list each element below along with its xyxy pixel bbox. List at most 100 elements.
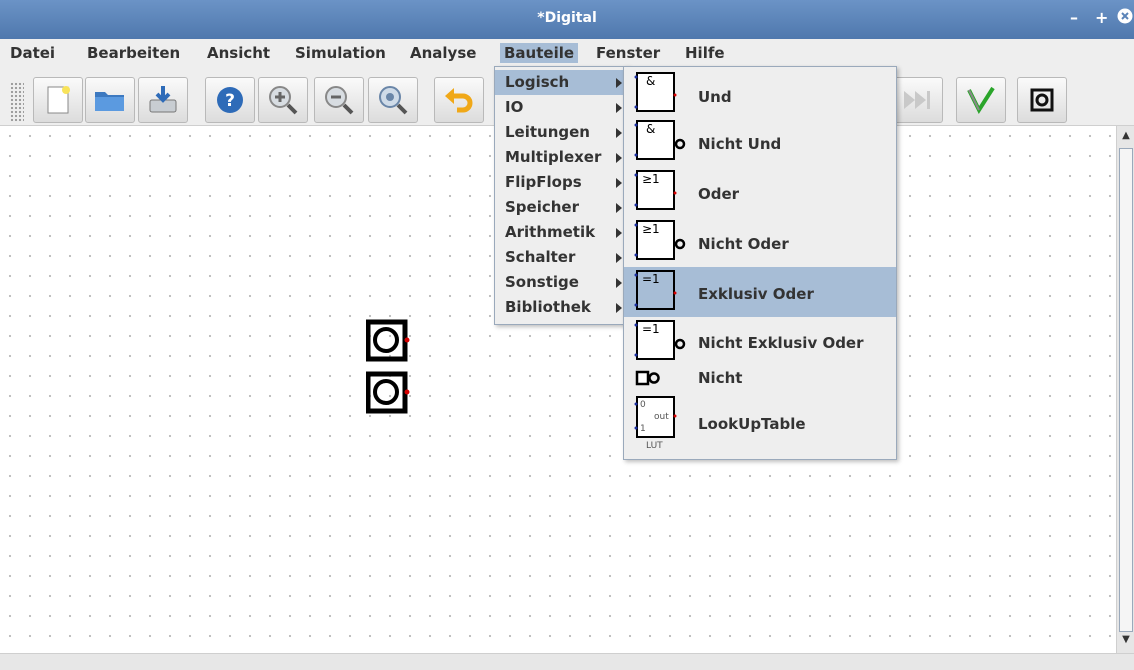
xor-gate-icon: =1 <box>634 270 677 310</box>
menu-item-speicher[interactable]: Speicher <box>495 195 628 220</box>
svg-text:=1: =1 <box>642 272 660 286</box>
help-button[interactable]: ? <box>205 77 255 123</box>
bauteile-menu: Logisch IO Leitungen Multiplexer FlipFlo… <box>494 66 629 325</box>
component-icon <box>365 371 410 414</box>
vertical-scrollbar[interactable]: ▲ ▼ <box>1116 126 1134 653</box>
submenu-item-nicht-exklusiv-oder[interactable]: =1 Nicht Exklusiv Oder <box>624 317 896 365</box>
folder-icon <box>95 92 124 111</box>
scroll-down-icon[interactable]: ▼ <box>1120 634 1132 645</box>
submenu-item-label: Nicht Und <box>698 135 782 153</box>
submenu-item-label: Nicht <box>698 369 743 387</box>
undo-button[interactable] <box>434 77 484 123</box>
menu-item-logisch[interactable]: Logisch <box>495 70 628 95</box>
submenu-item-exklusiv-oder[interactable]: =1 Exklusiv Oder <box>624 267 896 317</box>
svg-text:&: & <box>646 74 655 88</box>
zoom-in-button[interactable] <box>258 77 308 123</box>
fast-forward-button[interactable] <box>893 77 943 123</box>
zoom-fit-button[interactable] <box>368 77 418 123</box>
zoom-out-icon <box>325 86 354 115</box>
menu-item-label: Logisch <box>505 73 570 91</box>
menu-item-label: Speicher <box>505 198 579 216</box>
svg-text:LUT: LUT <box>646 441 663 451</box>
close-icon[interactable] <box>1117 8 1133 28</box>
circuit-component-1[interactable] <box>365 319 410 363</box>
window-title: *Digital <box>537 10 597 26</box>
svg-text:≥1: ≥1 <box>642 172 660 186</box>
submenu-item-label: Oder <box>698 185 740 203</box>
menu-item-label: Schalter <box>505 248 576 266</box>
menu-item-label: Leitungen <box>505 123 590 141</box>
zoom-out-button[interactable] <box>314 77 364 123</box>
submenu-item-nicht-oder[interactable]: ≥1 Nicht Oder <box>624 217 896 267</box>
submenu-arrow-icon <box>616 178 622 188</box>
fast-forward-icon <box>904 91 930 109</box>
svg-text:&: & <box>646 122 655 136</box>
svg-text:0: 0 <box>640 400 646 410</box>
analysis-button[interactable] <box>1017 77 1067 123</box>
menu-analyse[interactable]: Analyse <box>406 43 480 63</box>
maximize-icon[interactable]: + <box>1095 8 1108 27</box>
submenu-item-label: Und <box>698 88 732 106</box>
title-bar: *Digital – + <box>0 0 1134 39</box>
menu-item-label: FlipFlops <box>505 173 582 191</box>
toolbar-grip[interactable] <box>10 82 24 122</box>
menu-simulation[interactable]: Simulation <box>291 43 390 63</box>
open-file-button[interactable] <box>85 77 135 123</box>
submenu-arrow-icon <box>616 253 622 263</box>
menu-datei[interactable]: Datei <box>6 43 59 63</box>
undo-icon <box>445 88 473 113</box>
submenu-item-lookuptable[interactable]: 0 1 out LUT LookUpTable <box>624 393 896 455</box>
circuit-component-2[interactable] <box>365 371 410 415</box>
submenu-arrow-icon <box>616 103 622 113</box>
submenu-item-label: LookUpTable <box>698 415 806 433</box>
menu-ansicht[interactable]: Ansicht <box>203 43 274 63</box>
new-file-button[interactable] <box>33 77 83 123</box>
not-gate-icon <box>635 370 660 386</box>
menu-bearbeiten[interactable]: Bearbeiten <box>83 43 184 63</box>
or-gate-icon: ≥1 <box>634 170 677 210</box>
menu-item-io[interactable]: IO <box>495 95 628 120</box>
scroll-thumb[interactable] <box>1119 148 1133 632</box>
save-icon <box>149 86 177 113</box>
submenu-arrow-icon <box>616 128 622 138</box>
check-icon <box>967 86 995 115</box>
svg-text:?: ? <box>225 91 235 111</box>
menu-item-arithmetik[interactable]: Arithmetik <box>495 220 628 245</box>
menu-item-label: Multiplexer <box>505 148 602 166</box>
component-icon <box>365 319 410 362</box>
menu-bar: Datei Bearbeiten Ansicht Simulation Anal… <box>0 39 1134 66</box>
submenu-item-label: Nicht Oder <box>698 235 789 253</box>
svg-text:≥1: ≥1 <box>642 222 660 236</box>
menu-bauteile[interactable]: Bauteile <box>500 43 579 63</box>
scroll-up-icon[interactable]: ▲ <box>1120 130 1132 141</box>
submenu-item-nicht-und[interactable]: & Nicht Und <box>624 117 896 167</box>
menu-item-label: Bibliothek <box>505 298 591 316</box>
menu-item-flipflops[interactable]: FlipFlops <box>495 170 628 195</box>
submenu-item-und[interactable]: & Und <box>624 69 896 117</box>
svg-text:=1: =1 <box>642 322 660 336</box>
lut-icon: 0 1 out LUT <box>634 396 677 451</box>
help-icon: ? <box>217 87 243 113</box>
menu-item-sonstige[interactable]: Sonstige <box>495 270 628 295</box>
menu-item-bibliothek[interactable]: Bibliothek <box>495 295 628 320</box>
save-button[interactable] <box>138 77 188 123</box>
new-file-icon <box>47 86 70 114</box>
submenu-arrow-icon <box>616 303 622 313</box>
nand-gate-icon: & <box>634 120 686 160</box>
menu-item-multiplexer[interactable]: Multiplexer <box>495 145 628 170</box>
menu-item-leitungen[interactable]: Leitungen <box>495 120 628 145</box>
check-button[interactable] <box>956 77 1006 123</box>
submenu-item-nicht[interactable]: Nicht <box>624 365 896 393</box>
submenu-arrow-icon <box>616 203 622 213</box>
submenu-item-label: Exklusiv Oder <box>698 285 814 303</box>
submenu-arrow-icon <box>616 278 622 288</box>
menu-hilfe[interactable]: Hilfe <box>681 43 729 63</box>
submenu-arrow-icon <box>616 228 622 238</box>
submenu-item-oder[interactable]: ≥1 Oder <box>624 167 896 217</box>
menu-item-schalter[interactable]: Schalter <box>495 245 628 270</box>
zoom-in-icon <box>269 86 298 115</box>
menu-item-label: IO <box>505 98 524 116</box>
menu-fenster[interactable]: Fenster <box>592 43 664 63</box>
status-bar <box>0 653 1134 670</box>
minimize-icon[interactable]: – <box>1070 8 1078 27</box>
